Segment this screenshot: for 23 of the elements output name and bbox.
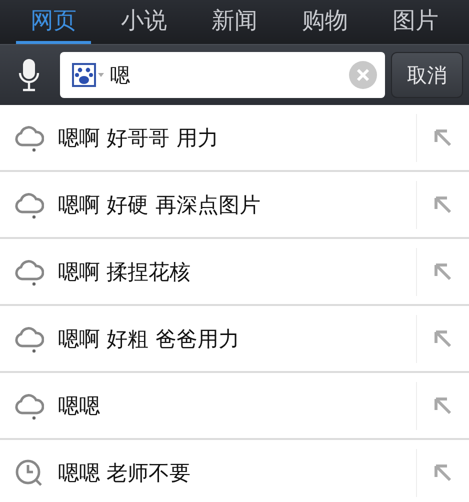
fill-arrow-icon[interactable] — [433, 128, 453, 148]
suggestion-text[interactable]: 嗯啊 揉捏花核 — [44, 258, 416, 286]
cancel-button[interactable]: 取消 — [391, 52, 463, 98]
paw-icon[interactable] — [72, 63, 106, 87]
fill-arrow-icon[interactable] — [433, 396, 453, 416]
search-field[interactable]: 嗯 — [60, 52, 385, 98]
tab[interactable]: 新闻 — [197, 0, 272, 44]
suggestion-text[interactable]: 嗯嗯 老师不要 — [44, 458, 416, 486]
fill-arrow-icon[interactable] — [433, 328, 453, 348]
tab[interactable]: 购物 — [288, 0, 362, 44]
clear-icon[interactable] — [349, 61, 377, 89]
suggestion-text[interactable]: 嗯嗯 — [44, 392, 416, 420]
tab[interactable]: 图片 — [378, 0, 453, 44]
suggestion-text[interactable]: 嗯啊 好哥哥 用力 — [44, 124, 416, 152]
suggestion-text[interactable]: 嗯啊 好粗 爸爸用力 — [44, 324, 416, 352]
clock-icon — [14, 458, 44, 488]
fill-arrow-icon[interactable] — [433, 194, 453, 214]
microphone-icon[interactable] — [18, 58, 40, 92]
fill-arrow-icon[interactable] — [433, 462, 453, 482]
search-text: 嗯 — [110, 62, 131, 88]
fill-arrow-icon[interactable] — [433, 262, 453, 282]
tab[interactable]: 小说 — [106, 0, 182, 44]
suggestion-text[interactable]: 嗯啊 好硬 再深点图片 — [44, 190, 416, 218]
